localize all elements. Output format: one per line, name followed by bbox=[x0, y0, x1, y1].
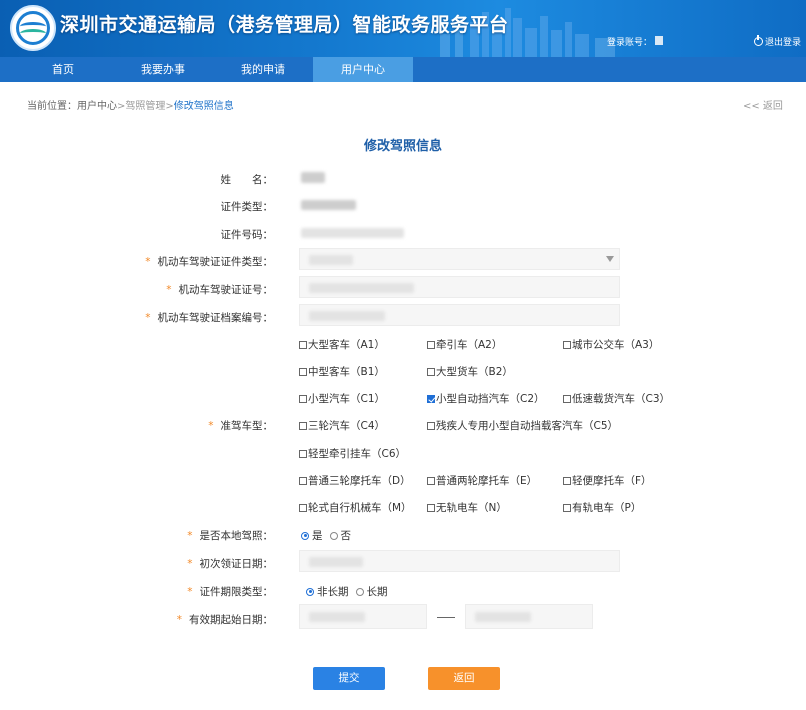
checkbox[interactable] bbox=[427, 476, 435, 485]
login-account-label: 登录账号： bbox=[607, 38, 653, 48]
checkbox[interactable] bbox=[299, 367, 307, 376]
checkbox[interactable] bbox=[299, 340, 307, 349]
license-no-label: * 机动车驾驶证证号： bbox=[166, 284, 273, 296]
logo-emblem-icon bbox=[10, 5, 56, 51]
login-account-value bbox=[655, 36, 663, 45]
main-nav: 首页 我要办事 我的申请 用户中心 bbox=[0, 57, 806, 82]
checkbox[interactable] bbox=[427, 340, 435, 349]
radio-permanent-label[interactable]: 长期 bbox=[367, 584, 388, 599]
logout-link[interactable]: 退出登录 bbox=[754, 35, 801, 48]
logout-label: 退出登录 bbox=[765, 38, 802, 48]
checkbox[interactable] bbox=[563, 503, 571, 512]
date-range-separator bbox=[437, 617, 455, 618]
checkbox[interactable] bbox=[563, 340, 571, 349]
breadcrumb-sep: > bbox=[165, 101, 174, 112]
checkbox[interactable] bbox=[563, 394, 571, 403]
checkbox[interactable] bbox=[427, 367, 435, 376]
vehicle-class-c1[interactable]: 小型汽车（C1） bbox=[299, 391, 385, 406]
cert-no-label: 证件号码： bbox=[220, 229, 274, 241]
radio-yes-label[interactable]: 是 bbox=[312, 528, 323, 543]
page-title: 修改驾照信息 bbox=[363, 139, 442, 154]
radio-permanent[interactable] bbox=[355, 587, 364, 596]
vehicle-class-c5[interactable]: 残疾人专用小型自动挡载客汽车（C5） bbox=[427, 418, 618, 433]
license-no-input[interactable] bbox=[299, 276, 620, 298]
return-button[interactable]: 返回 bbox=[428, 667, 500, 690]
back-link[interactable]: << 返回 bbox=[743, 97, 783, 112]
radio-no[interactable] bbox=[329, 531, 338, 540]
checkbox[interactable] bbox=[299, 421, 307, 430]
validity-type-radio-group: 非长期 长期 bbox=[306, 584, 395, 599]
radio-yes[interactable] bbox=[301, 531, 309, 540]
name-label: 姓 名： bbox=[220, 174, 274, 186]
breadcrumb: 当前位置：用户中心>驾照管理>修改驾照信息 bbox=[27, 97, 234, 112]
license-cert-type-select[interactable] bbox=[299, 248, 620, 270]
name-value bbox=[301, 172, 325, 183]
vehicle-class-label: * 准驾车型： bbox=[208, 420, 273, 432]
vehicle-class-a1[interactable]: 大型客车（A1） bbox=[299, 337, 385, 352]
vehicle-class-c4[interactable]: 三轮汽车（C4） bbox=[299, 418, 385, 433]
is-local-radio-group: 是 否 bbox=[301, 528, 358, 543]
vehicle-class-b2[interactable]: 大型货车（B2） bbox=[427, 364, 513, 379]
vehicle-class-c6[interactable]: 轻型牵引挂车（C6） bbox=[299, 446, 406, 461]
site-header: 深圳市交通运输局（港务管理局）智能政务服务平台 登录账号： 退出登录 bbox=[0, 0, 806, 57]
vehicle-class-p[interactable]: 有轨电车（P） bbox=[563, 500, 641, 515]
checkbox[interactable] bbox=[427, 503, 435, 512]
breadcrumb-user-center[interactable]: 用户中心 bbox=[77, 101, 117, 112]
checkbox[interactable] bbox=[299, 503, 307, 512]
vehicle-class-e[interactable]: 普通两轮摩托车（E） bbox=[427, 473, 537, 488]
vehicle-class-d[interactable]: 普通三轮摩托车（D） bbox=[299, 473, 411, 488]
vehicle-class-m[interactable]: 轮式自行机械车（M） bbox=[299, 500, 412, 515]
breadcrumb-license-mgmt[interactable]: 驾照管理 bbox=[125, 101, 165, 112]
checkbox[interactable] bbox=[299, 394, 307, 403]
dropdown-arrow-icon bbox=[606, 256, 614, 262]
site-title: 深圳市交通运输局（港务管理局）智能政务服务平台 bbox=[60, 14, 509, 36]
cert-type-value bbox=[301, 200, 356, 210]
is-local-label: * 是否本地驾照： bbox=[187, 530, 273, 542]
nav-item-home[interactable]: 首页 bbox=[13, 57, 113, 82]
checkbox[interactable] bbox=[563, 476, 571, 485]
checkbox[interactable] bbox=[299, 476, 307, 485]
nav-item-services[interactable]: 我要办事 bbox=[113, 57, 213, 82]
vehicle-class-b1[interactable]: 中型客车（B1） bbox=[299, 364, 385, 379]
validity-type-label: * 证件期限类型： bbox=[187, 586, 273, 598]
radio-no-label[interactable]: 否 bbox=[341, 528, 352, 543]
checkbox-checked[interactable] bbox=[427, 394, 435, 403]
cert-type-label: 证件类型： bbox=[220, 201, 274, 213]
checkbox[interactable] bbox=[299, 449, 307, 458]
breadcrumb-prefix: 当前位置： bbox=[27, 101, 77, 112]
vehicle-class-c3[interactable]: 低速载货汽车（C3） bbox=[563, 391, 670, 406]
license-file-no-label: * 机动车驾驶证档案编号： bbox=[145, 312, 273, 324]
vehicle-class-a2[interactable]: 牵引车（A2） bbox=[427, 337, 502, 352]
license-file-no-input[interactable] bbox=[299, 304, 620, 326]
license-cert-type-label: * 机动车驾驶证证件类型： bbox=[145, 256, 273, 268]
first-issue-date-label: * 初次领证日期： bbox=[187, 558, 273, 570]
cert-no-value bbox=[301, 228, 404, 238]
vehicle-class-n[interactable]: 无轨电车（N） bbox=[427, 500, 507, 515]
submit-button[interactable]: 提交 bbox=[313, 667, 385, 690]
vehicle-class-f[interactable]: 轻便摩托车（F） bbox=[563, 473, 652, 488]
valid-from-start-input[interactable] bbox=[299, 604, 427, 629]
radio-non-permanent-label[interactable]: 非长期 bbox=[317, 584, 349, 599]
power-icon bbox=[754, 35, 763, 46]
valid-from-end-input[interactable] bbox=[465, 604, 593, 629]
checkbox[interactable] bbox=[427, 421, 435, 430]
radio-non-permanent[interactable] bbox=[306, 587, 314, 596]
first-issue-date-input[interactable] bbox=[299, 550, 620, 572]
vehicle-class-c2[interactable]: 小型自动挡汽车（C2） bbox=[427, 391, 545, 406]
breadcrumb-current: 修改驾照信息 bbox=[173, 101, 234, 112]
nav-item-my-applications[interactable]: 我的申请 bbox=[213, 57, 313, 82]
valid-from-label: * 有效期起始日期： bbox=[176, 614, 273, 626]
nav-item-user-center[interactable]: 用户中心 bbox=[313, 57, 413, 82]
vehicle-class-a3[interactable]: 城市公交车（A3） bbox=[563, 337, 659, 352]
